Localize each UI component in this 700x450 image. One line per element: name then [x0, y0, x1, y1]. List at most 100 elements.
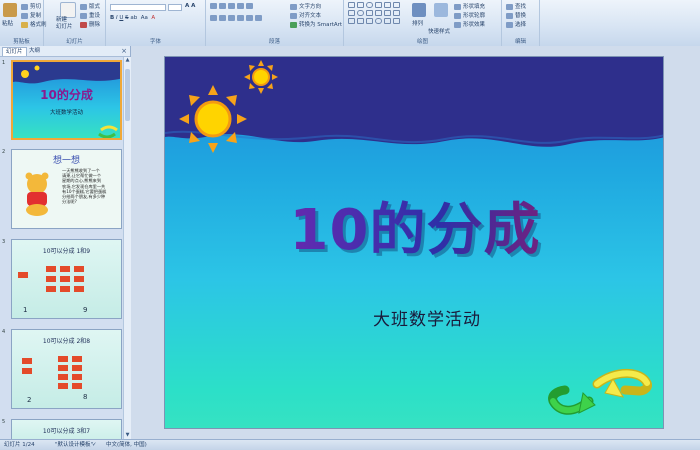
- reset-icon: [80, 12, 87, 19]
- replace-icon: [506, 12, 513, 19]
- bear-icon: [25, 172, 49, 216]
- thumb-3-left-number: 1: [23, 306, 28, 314]
- font-name-field[interactable]: [110, 4, 166, 11]
- thumb-3-title: 10可以分成 1和9: [42, 248, 91, 255]
- tab-outline[interactable]: 大纲: [26, 47, 43, 55]
- font-label: 字体: [149, 39, 161, 45]
- copy-button[interactable]: 复制: [21, 11, 41, 19]
- thumbnail-number: 3: [2, 239, 6, 245]
- arrange-icon[interactable]: [412, 3, 426, 17]
- font-size-field[interactable]: [168, 4, 182, 11]
- effects-icon: [454, 21, 461, 28]
- slides-label: 幻灯片: [66, 39, 83, 45]
- select-button[interactable]: 选择: [506, 20, 526, 28]
- outline-icon: [454, 12, 461, 19]
- brush-icon: [21, 21, 28, 28]
- paste-button[interactable]: 粘贴: [2, 19, 13, 27]
- new-slide-button[interactable]: 新建 幻灯片: [56, 17, 73, 31]
- thumbnail-slide-3[interactable]: 10可以分成 1和9 1 9: [11, 239, 122, 319]
- editing-label: 编辑: [514, 39, 526, 45]
- find-icon: [506, 3, 513, 10]
- drawing-group: 排列 快速样式 形状填充 形状轮廓 形状效果 绘图: [344, 0, 502, 46]
- thumbnail-slide-2[interactable]: 想一想 一天熊熊收到了一个 请柬,让它帮忙做一个 星期的点心,熊熊来到 农场,它…: [11, 149, 122, 229]
- select-icon: [506, 21, 513, 28]
- align-text-icon: [290, 12, 297, 19]
- quick-styles-icon[interactable]: [434, 3, 448, 17]
- scroll-up-icon[interactable]: ▲: [124, 57, 131, 64]
- close-icon[interactable]: ×: [121, 47, 127, 55]
- replace-button[interactable]: 替换: [506, 11, 526, 19]
- smartart-icon: [290, 21, 297, 28]
- copy-icon: [21, 12, 28, 19]
- cake-icons: [22, 356, 82, 389]
- text-direction-button[interactable]: 文字方向: [290, 2, 321, 10]
- thumbnail-2[interactable]: 2 想一想 一天熊熊收到了一个 请柬,让它帮忙做一个 星期的点心,熊熊来到 农场…: [2, 149, 122, 229]
- grow-font-icon[interactable]: A A: [185, 3, 195, 9]
- thumbnail-number: 1: [2, 60, 6, 66]
- align-text-button[interactable]: 对齐文本: [290, 11, 321, 19]
- thumbnail-number: 2: [2, 149, 6, 155]
- editing-group: 查找 替换 选择 编辑: [502, 0, 540, 46]
- shape-effects-button[interactable]: 形状效果: [454, 20, 485, 28]
- thumb-4-title: 10可以分成 2和8: [42, 338, 91, 345]
- format-painter-button[interactable]: 格式刷: [21, 20, 47, 28]
- convert-smartart-button[interactable]: 转换为 SmartArt: [290, 20, 342, 28]
- text-direction-icon: [290, 3, 297, 10]
- thumbnail-4[interactable]: 4 10可以分成 2和8 2 8: [2, 329, 122, 409]
- cut-button[interactable]: 剪切: [21, 2, 41, 10]
- fill-icon: [454, 3, 461, 10]
- quick-styles-button[interactable]: 快速样式: [428, 27, 450, 35]
- delete-icon: [80, 21, 87, 28]
- pane-scrollbar[interactable]: ▲ ▼: [123, 57, 131, 439]
- thumb-2-title: 想一想: [52, 156, 80, 166]
- slide-canvas[interactable]: 10的分成 10的分成 大班数学活动: [164, 56, 664, 429]
- night-band: [165, 57, 663, 147]
- thumb-1-title: 10的分成: [40, 88, 93, 102]
- pane-tabs: 幻灯片 大纲 ×: [0, 46, 130, 57]
- scroll-thumb[interactable]: [125, 69, 130, 121]
- clipboard-label: 剪贴板: [13, 39, 30, 45]
- paragraph-group: 文字方向 对齐文本 转换为 SmartArt 段落: [206, 0, 344, 46]
- status-bar: 幻灯片 1/24 "默认设计模板" ✓ 中文(简体, 中国): [0, 439, 700, 450]
- scissors-icon: [21, 3, 28, 10]
- slide-subtitle[interactable]: 大班数学活动: [373, 305, 481, 330]
- paragraph-label: 段落: [268, 39, 280, 45]
- clipboard-group: 粘贴 剪切 复制 格式刷 剪贴板: [0, 0, 47, 46]
- paste-icon[interactable]: [3, 3, 17, 17]
- thumb-4-right-number: 8: [83, 393, 88, 401]
- thumbnail-3[interactable]: 3 10可以分成 1和9 1 9: [2, 239, 122, 319]
- sun-icon: [21, 70, 29, 78]
- font-style-buttons[interactable]: B I U S ab Aa A: [110, 15, 155, 21]
- arrange-button[interactable]: 排列: [412, 19, 423, 27]
- thumbnail-slide-5[interactable]: 10可以分成 3和7: [11, 419, 122, 439]
- slide-editor: 10的分成 10的分成 大班数学活动: [131, 46, 700, 439]
- reset-button[interactable]: 重设: [80, 11, 100, 19]
- thumb-4-left-number: 2: [27, 396, 32, 404]
- slide-title[interactable]: 10的分成: [165, 185, 663, 266]
- thumbnail-5[interactable]: 5 10可以分成 3和7: [2, 419, 122, 439]
- thumbnail-slide-1[interactable]: 10的分成 大班数学活动: [11, 60, 122, 140]
- slides-pane: 幻灯片 大纲 × 1 10的分成 大班数学活动 2 想一想 一天熊熊收到了一个 …: [0, 46, 131, 439]
- ribbon: 粘贴 剪切 复制 格式刷 剪贴板 新建 幻灯片 版式 重设 删除 幻灯片 A A…: [0, 0, 700, 47]
- layout-icon: [80, 3, 87, 10]
- layout-button[interactable]: 版式: [80, 2, 100, 10]
- cycle-arrows-icon: [548, 368, 652, 415]
- thumbnail-number: 5: [2, 419, 6, 425]
- align-buttons[interactable]: [210, 15, 264, 22]
- bullet-buttons[interactable]: [210, 3, 255, 10]
- tab-slides[interactable]: 幻灯片: [2, 47, 27, 56]
- cake-icons: [18, 266, 84, 292]
- shape-fill-button[interactable]: 形状填充: [454, 2, 485, 10]
- thumb-3-right-number: 9: [83, 306, 88, 314]
- scroll-down-icon[interactable]: ▼: [124, 432, 131, 439]
- sun-icon: [244, 60, 278, 94]
- thumbnail-slide-4[interactable]: 10可以分成 2和8 2 8: [11, 329, 122, 409]
- find-button[interactable]: 查找: [506, 2, 526, 10]
- shape-outline-button[interactable]: 形状轮廓: [454, 11, 485, 19]
- slides-group: 新建 幻灯片 版式 重设 删除 幻灯片: [44, 0, 106, 46]
- delete-button[interactable]: 删除: [80, 20, 100, 28]
- thumbnail-1[interactable]: 1 10的分成 大班数学活动: [2, 60, 122, 140]
- font-group: A A B I U S ab Aa A 字体: [106, 0, 206, 46]
- thumb-5-title: 10可以分成 3和7: [42, 428, 91, 435]
- new-slide-icon[interactable]: [60, 2, 76, 18]
